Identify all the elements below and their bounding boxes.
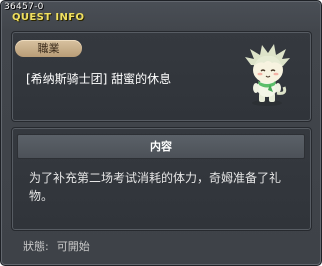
quest-description: 为了补充第二场考试消耗的体力，奇姆准备了礼物。 <box>29 171 282 203</box>
content-header: 内容 <box>17 134 305 159</box>
quest-name: [希纳斯骑士团] 甜蜜的休息 <box>26 72 172 86</box>
npc-portrait-icon <box>245 44 290 106</box>
quest-id: 36457-0 <box>4 2 44 12</box>
status-label: 狀態: <box>23 240 49 253</box>
quest-status: 狀態: 可開始 <box>23 238 98 254</box>
window-title: QUEST INFO <box>12 12 85 23</box>
status-value: 可開始 <box>56 240 90 253</box>
quest-info-window: 36457-0 QUEST INFO 職業 [希纳斯骑士团] 甜蜜的休息 内容 … <box>0 0 322 266</box>
job-category-tag: 職業 <box>15 40 82 57</box>
